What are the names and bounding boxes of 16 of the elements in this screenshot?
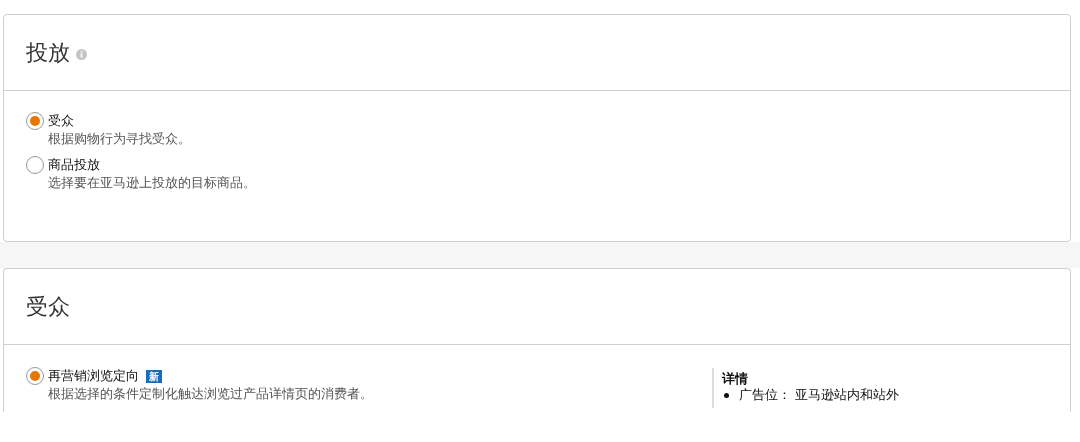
radio-button[interactable] (26, 112, 44, 130)
option-description: 选择要在亚马逊上投放的目标商品。 (48, 175, 256, 191)
details-heading: 详情 (722, 370, 749, 387)
info-icon (76, 49, 87, 60)
section-title: 受众 (26, 292, 70, 321)
new-badge: 新 (146, 369, 162, 383)
detail-item: 广告位： 亚马逊站内和站外 (739, 387, 899, 403)
option-description: 根据购物行为寻找受众。 (48, 131, 191, 147)
section-title: 投放 (26, 38, 70, 67)
bullet-icon (724, 392, 729, 398)
radio-button[interactable] (26, 156, 44, 174)
option-label: 再营销浏览定向 (48, 368, 139, 384)
option-label: 受众 (48, 113, 75, 129)
option-description: 根据选择的条件定制化触达浏览过产品详情页的消费者。 (48, 386, 373, 402)
option-label: 商品投放 (48, 157, 101, 173)
radio-button[interactable] (26, 367, 44, 385)
